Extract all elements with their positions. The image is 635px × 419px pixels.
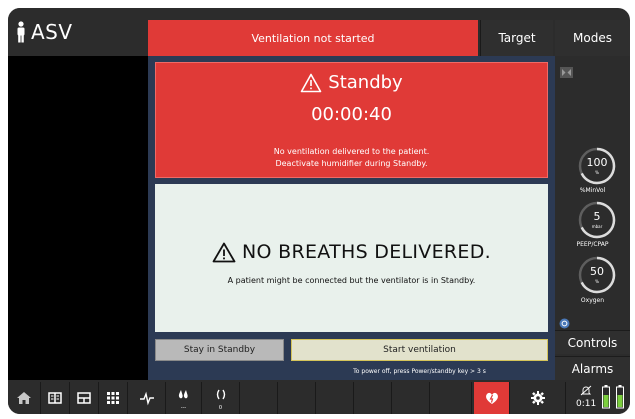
waveform-icon [139, 391, 154, 406]
ventilator-screen: ASV Ventilation not started Target Modes… [8, 8, 630, 414]
alarm-title: NO BREATHS DELIVERED. [155, 241, 548, 263]
nebulizer-value: 0 [218, 405, 223, 411]
standby-panel: Standby 00:00:40 No ventilation delivere… [155, 62, 548, 178]
humidifier-icon [178, 390, 188, 399]
empty-slot-2[interactable] [278, 382, 316, 414]
mode-indicator[interactable]: ASV [8, 8, 148, 56]
peep-label: PEEP/CPAP [576, 241, 609, 248]
bottom-toolbar: --- 0 0:11 [8, 382, 630, 414]
freeze-icon[interactable] [560, 67, 573, 78]
standby-title: Standby [156, 72, 547, 93]
peep-gauge[interactable]: 5 mbar [577, 200, 617, 240]
layout-icon [77, 392, 91, 404]
heart-icon [485, 392, 498, 404]
o2-enrichment-button[interactable] [128, 382, 166, 414]
oxygen-gauge[interactable]: 50 % [577, 255, 617, 295]
standby-message-1: No ventilation delivered to the patient. [273, 147, 430, 156]
empty-slot-5[interactable] [392, 382, 430, 414]
alarm-subtitle: A patient might be connected but the ven… [227, 276, 476, 285]
target-button[interactable]: Target [480, 20, 553, 56]
nebulizer-button[interactable]: 0 [202, 382, 240, 414]
elapsed-time: 0:11 [576, 399, 597, 409]
oxygen-unit: % [595, 279, 599, 284]
status-banner: Ventilation not started [148, 20, 478, 56]
book-icon [48, 392, 62, 404]
empty-slot-6[interactable] [430, 382, 472, 414]
stay-in-standby-button[interactable]: Stay in Standby [155, 339, 284, 361]
alarm-silence-button[interactable] [474, 382, 510, 414]
peep-unit: mbar [591, 224, 603, 229]
layout-button[interactable] [70, 382, 99, 414]
humidifier-button[interactable]: --- [166, 382, 202, 414]
alarm-title-text: NO BREATHS DELIVERED. [242, 241, 491, 263]
adult-patient-icon [17, 21, 25, 43]
empty-slot-3[interactable] [316, 382, 354, 414]
standby-message-2: Deactivate humidifier during Standby. [275, 159, 428, 168]
alarm-off-icon [580, 385, 592, 396]
standby-timer: 00:00:40 [311, 104, 392, 125]
warning-icon [300, 73, 322, 92]
o2-sensor-icon[interactable] [559, 318, 570, 329]
mode-label: ASV [31, 20, 73, 44]
status-area: 0:11 [568, 382, 630, 414]
event-log-button[interactable] [41, 382, 70, 414]
oxygen-value: 50 [590, 265, 604, 278]
battery-icon [616, 385, 624, 409]
grid-icon [107, 392, 119, 404]
start-ventilation-button[interactable]: Start ventilation [291, 339, 548, 361]
waveform-panel [8, 56, 148, 380]
humidifier-value: --- [180, 405, 187, 411]
nebulizer-icon [216, 389, 225, 400]
minvol-unit: % [595, 170, 599, 175]
standby-title-text: Standby [328, 72, 403, 93]
apps-button[interactable] [99, 382, 128, 414]
alarms-button[interactable]: Alarms [555, 356, 630, 380]
modes-button[interactable]: Modes [555, 20, 630, 56]
minvol-label: %MinVol [579, 187, 606, 194]
minvol-gauge[interactable]: 100 % [577, 146, 617, 186]
settings-button[interactable] [510, 382, 566, 414]
home-button[interactable] [8, 382, 41, 414]
empty-slot-1[interactable] [240, 382, 278, 414]
minvol-value: 100 [586, 156, 608, 169]
peep-value: 5 [593, 210, 601, 223]
empty-slot-4[interactable] [354, 382, 392, 414]
oxygen-label: Oxygen [580, 297, 605, 304]
gear-icon [530, 391, 545, 405]
battery-icon [602, 385, 610, 409]
alarm-panel: NO BREATHS DELIVERED. A patient might be… [155, 184, 548, 332]
controls-button[interactable]: Controls [555, 330, 630, 354]
power-off-hint: To power off, press Power/standby key > … [353, 368, 486, 375]
home-icon [17, 392, 31, 404]
standby-window: Standby 00:00:40 No ventilation delivere… [148, 56, 555, 380]
warning-icon [212, 242, 236, 262]
